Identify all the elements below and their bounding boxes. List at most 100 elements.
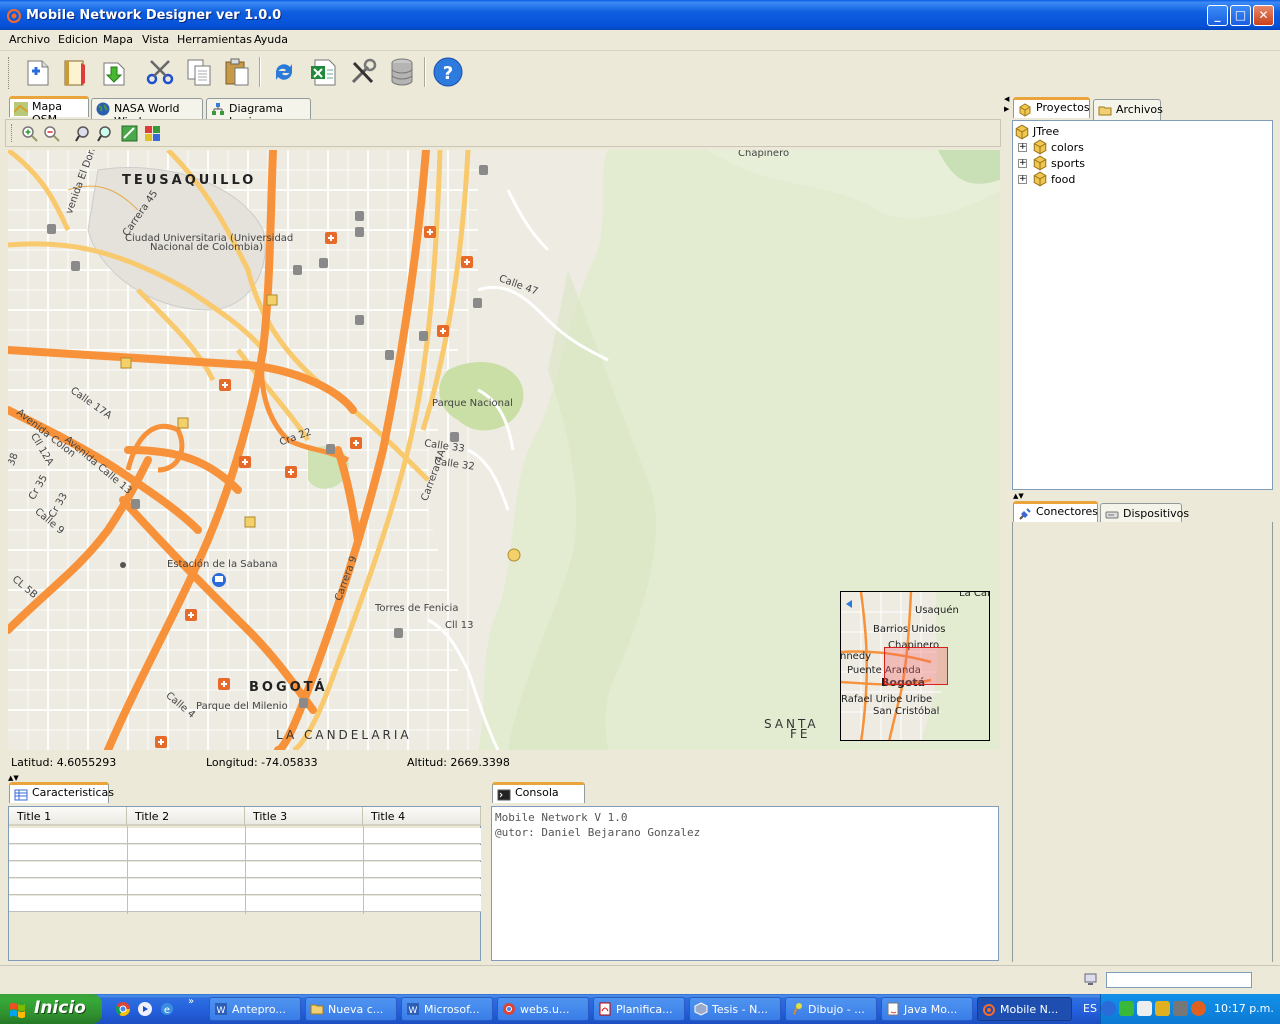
start-button[interactable]: Inicio — [0, 994, 102, 1024]
close-button[interactable]: ✕ — [1253, 5, 1274, 26]
taskbar-item[interactable]: W Antepro... — [209, 997, 301, 1021]
menu-mapa[interactable]: Mapa — [103, 33, 133, 46]
layer-icon[interactable] — [121, 125, 138, 142]
tree-expander[interactable]: + — [1018, 175, 1027, 184]
menu-herramientas[interactable]: Herramientas — [177, 33, 252, 46]
menu-archivo[interactable]: Archivo — [9, 33, 50, 46]
menu-vista[interactable]: Vista — [142, 33, 169, 46]
app-tray-icon[interactable] — [1173, 1001, 1188, 1016]
open-icon[interactable] — [58, 55, 92, 89]
map-label-chapinero: Chapinero — [738, 150, 790, 159]
console-output[interactable]: Mobile Network V 1.0 @utor: Daniel Bejar… — [491, 806, 999, 961]
quicklaunch-more-icon[interactable]: » — [188, 996, 194, 1007]
tree-expander[interactable]: + — [1018, 143, 1027, 152]
right-splitter-arrow-icon[interactable]: ▲▼ — [1013, 492, 1024, 500]
package-icon — [1033, 171, 1047, 187]
overview-minimap[interactable]: Usaquén La Cal Barrios Unidos Chapinero … — [840, 591, 990, 741]
altitude-readout: Altitud: 2669.3398 — [407, 756, 510, 769]
language-indicator[interactable]: ES — [1083, 1002, 1097, 1015]
taskbar-item[interactable]: Dibujo - ... — [785, 997, 877, 1021]
tab-caracteristicas[interactable]: Caracteristicas — [9, 782, 114, 803]
paint-icon — [793, 1003, 802, 1015]
taskbar-item[interactable]: Planifica... — [593, 997, 685, 1021]
minimize-button[interactable]: _ — [1207, 5, 1228, 26]
tab-mapa-osm[interactable]: Mapa OSM — [9, 96, 89, 126]
title-bar: Mobile Network Designer ver 1.0.0 _ □ ✕ — [0, 0, 1280, 30]
column-header[interactable]: Title 2 — [127, 807, 245, 826]
taskbar-item[interactable]: W Microsof... — [401, 997, 493, 1021]
status-field — [1106, 972, 1252, 988]
map-label-bogota: BOGOTÁ — [249, 680, 328, 695]
tree-expander[interactable]: + — [1018, 159, 1027, 168]
tab-diagrama-logico[interactable]: Diagrama Logico — [206, 98, 311, 128]
window-title: Mobile Network Designer ver 1.0.0 — [26, 8, 282, 23]
taskbar-item-active[interactable]: Mobile N... — [977, 997, 1072, 1021]
shield-icon[interactable] — [1119, 1001, 1134, 1016]
minimap-viewport[interactable] — [884, 647, 948, 685]
tree-item-colors[interactable]: colors — [1051, 141, 1084, 154]
minimap-label-usaquen: Usaquén — [915, 605, 959, 616]
map-toolbar-grip[interactable] — [11, 124, 12, 142]
table-header: Title 1 Title 2 Title 3 Title 4 — [9, 807, 481, 826]
media-player-icon[interactable] — [137, 1001, 153, 1017]
connectors-panel — [1012, 522, 1273, 962]
help-icon[interactable]: ? — [431, 55, 465, 89]
tab-conectores[interactable]: Conectores — [1013, 501, 1098, 522]
taskbar-item[interactable]: webs.u... — [497, 997, 589, 1021]
maximize-button[interactable]: □ — [1230, 5, 1251, 26]
tree-root[interactable]: JTree — [1033, 125, 1059, 138]
cut-icon[interactable] — [143, 55, 177, 89]
word-icon: W — [215, 1003, 227, 1016]
menu-edicion[interactable]: Edicion — [58, 33, 98, 46]
excel-icon[interactable] — [306, 55, 340, 89]
package-icon — [1033, 139, 1047, 155]
tab-archivos[interactable]: Archivos — [1093, 99, 1163, 120]
tray-expand-icon[interactable] — [1101, 1001, 1116, 1016]
taskbar-item[interactable]: Tesis - N... — [689, 997, 781, 1021]
new-icon[interactable] — [20, 55, 54, 89]
tab-nasa-world-wind[interactable]: NASA World Wind — [91, 98, 203, 128]
clock: 10:17 p.m. — [1214, 1002, 1274, 1015]
project-tree[interactable]: JTree + colors + sports + food — [1012, 120, 1273, 490]
column-header[interactable]: Title 4 — [363, 807, 481, 826]
download-icon[interactable] — [97, 55, 131, 89]
task-label: Planifica... — [616, 1003, 673, 1016]
zoom-out-icon[interactable] — [43, 125, 60, 142]
windows-logo-icon — [10, 1002, 25, 1018]
tree-item-food[interactable]: food — [1051, 173, 1075, 186]
system-tray: 10:17 p.m. — [1100, 994, 1280, 1024]
console-line: @utor: Daniel Bejarano Gonzalez — [495, 826, 701, 839]
tile-icon[interactable] — [144, 125, 161, 142]
vertical-splitter[interactable]: ◀ ▶ — [1003, 95, 1009, 965]
taskbar-item[interactable]: Java Mo... — [881, 997, 973, 1021]
warning-icon[interactable] — [1155, 1001, 1170, 1016]
copy-icon[interactable] — [182, 55, 216, 89]
map-label-ciudad-universitaria-2: Nacional de Colombia) — [150, 242, 263, 253]
netbeans-icon — [694, 1002, 708, 1016]
zoom-region-icon[interactable] — [75, 125, 92, 142]
ie-icon[interactable]: e — [159, 1001, 175, 1017]
update-icon[interactable] — [1191, 1001, 1206, 1016]
paste-icon[interactable] — [220, 55, 254, 89]
tab-dispositivos[interactable]: Dispositivos — [1100, 503, 1189, 524]
tab-proyectos[interactable]: Proyectos — [1013, 97, 1090, 118]
toolbar-grip[interactable] — [8, 57, 11, 89]
taskbar-item[interactable]: Nueva c... — [305, 997, 397, 1021]
tools-icon[interactable] — [346, 55, 380, 89]
tab-label: Conectores — [1036, 505, 1099, 518]
start-label: Inicio — [34, 998, 86, 1018]
network-icon[interactable] — [1137, 1001, 1152, 1016]
zoom-fit-icon[interactable] — [97, 125, 114, 142]
coordinates-bar: Latitud: 4.6055293 Longitud: -74.05833 A… — [8, 754, 1000, 772]
task-label: Antepro... — [232, 1003, 286, 1016]
menu-ayuda[interactable]: Ayuda — [254, 33, 288, 46]
chrome-icon[interactable] — [115, 1001, 131, 1017]
tree-item-sports[interactable]: sports — [1051, 157, 1085, 170]
zoom-in-icon[interactable] — [21, 125, 38, 142]
tab-consola[interactable]: Consola — [492, 782, 585, 803]
refresh-icon[interactable] — [267, 55, 301, 89]
column-header[interactable]: Title 3 — [245, 807, 363, 826]
horizontal-splitter[interactable]: ▲▼ — [5, 774, 1003, 782]
column-header[interactable]: Title 1 — [9, 807, 127, 826]
database-icon[interactable] — [385, 55, 419, 89]
